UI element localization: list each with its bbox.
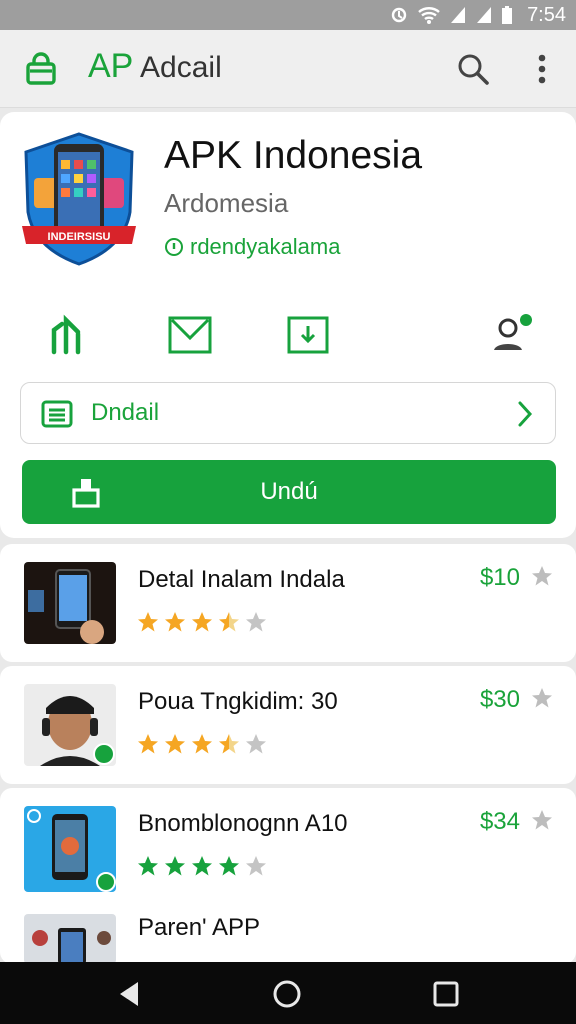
star-full-icon bbox=[192, 612, 212, 632]
list-item-thumbnail bbox=[24, 806, 116, 892]
star-empty-icon bbox=[246, 612, 266, 632]
list-item[interactable]: Poua Tngkidim: 30 $30 bbox=[0, 666, 576, 784]
app-icon-banner: INDEIRSISU bbox=[48, 231, 111, 243]
system-nav-bar bbox=[0, 962, 576, 1024]
list-item-title: Paren' APP bbox=[138, 914, 260, 941]
alarm-icon bbox=[391, 7, 407, 23]
star-full-icon bbox=[138, 734, 158, 754]
list-item-title: Detal Inalam Indala bbox=[138, 566, 345, 593]
star-full-icon bbox=[192, 856, 212, 876]
signal-icon bbox=[477, 7, 492, 23]
profile-icon[interactable] bbox=[488, 310, 536, 358]
app-developer[interactable]: Ardomesia bbox=[164, 188, 288, 219]
install-button-label: Undú bbox=[260, 478, 318, 505]
more-vert-icon[interactable] bbox=[528, 50, 556, 88]
details-row[interactable]: Dndail bbox=[20, 382, 556, 444]
status-icons: 7:54 bbox=[389, 3, 566, 27]
star-empty-icon bbox=[246, 734, 266, 754]
list-item[interactable]: Detal Inalam Indala $10 bbox=[0, 544, 576, 662]
list-item-thumbnail bbox=[24, 562, 116, 644]
app-detail-card: INDEIRSISU APK Indonesia Ardomesia rdend… bbox=[0, 112, 576, 538]
signal-icon bbox=[451, 7, 466, 23]
verified-icon bbox=[165, 238, 183, 256]
star-full-icon bbox=[138, 612, 158, 632]
star-full-icon bbox=[219, 856, 239, 876]
back-icon[interactable] bbox=[114, 978, 146, 1010]
app-name: APK Indonesia bbox=[164, 134, 423, 177]
list-item-price: $34 bbox=[479, 808, 520, 835]
status-bar: 7:54 bbox=[0, 0, 576, 30]
star-outline-icon[interactable] bbox=[530, 686, 554, 710]
store-bag-icon bbox=[26, 52, 56, 85]
star-rating bbox=[136, 610, 268, 634]
list-item-price: $30 bbox=[479, 686, 520, 713]
star-rating bbox=[136, 732, 268, 756]
recents-icon[interactable] bbox=[430, 978, 462, 1010]
install-button[interactable]: Undú bbox=[22, 460, 556, 524]
app-bar-title-rest: Adcail bbox=[133, 51, 222, 84]
share-icon[interactable] bbox=[44, 310, 92, 358]
list-item-thumbnail bbox=[24, 684, 116, 766]
star-outline-icon[interactable] bbox=[530, 564, 554, 588]
list-item[interactable]: Bnomblonognn A10 $34 Paren' APP bbox=[0, 788, 576, 964]
list-item-title: Bnomblonognn A10 bbox=[138, 810, 348, 837]
star-full-icon bbox=[165, 856, 185, 876]
app-bar: AP Adcail bbox=[0, 30, 576, 108]
list-item-title: Poua Tngkidim: 30 bbox=[138, 688, 338, 715]
app-icon[interactable]: INDEIRSISU bbox=[20, 130, 138, 268]
app-author[interactable]: rdendyakalama bbox=[164, 234, 340, 260]
star-empty-icon bbox=[246, 856, 266, 876]
mail-icon[interactable] bbox=[166, 310, 214, 358]
app-author-label: rdendyakalama bbox=[190, 234, 341, 259]
chevron-right-icon bbox=[518, 401, 533, 427]
star-full-icon bbox=[165, 612, 185, 632]
battery-icon bbox=[502, 6, 513, 24]
details-label: Dndail bbox=[91, 399, 160, 426]
star-full-icon bbox=[165, 734, 185, 754]
list-item-thumbnail bbox=[24, 914, 116, 964]
search-icon[interactable] bbox=[456, 52, 490, 86]
star-full-icon bbox=[192, 734, 212, 754]
star-rating bbox=[136, 854, 268, 878]
app-bar-title-prefix: AP bbox=[88, 47, 134, 85]
wifi-icon bbox=[418, 7, 440, 24]
home-icon[interactable] bbox=[271, 978, 303, 1010]
list-icon bbox=[41, 400, 73, 428]
list-item-price: $10 bbox=[479, 564, 520, 591]
star-half-icon bbox=[219, 612, 239, 632]
status-time: 7:54 bbox=[527, 3, 566, 26]
download-box-icon[interactable] bbox=[284, 310, 332, 358]
star-full-icon bbox=[138, 856, 158, 876]
app-bar-title: AP Adcail bbox=[88, 47, 222, 86]
star-outline-icon[interactable] bbox=[530, 808, 554, 832]
star-half-icon bbox=[219, 734, 239, 754]
